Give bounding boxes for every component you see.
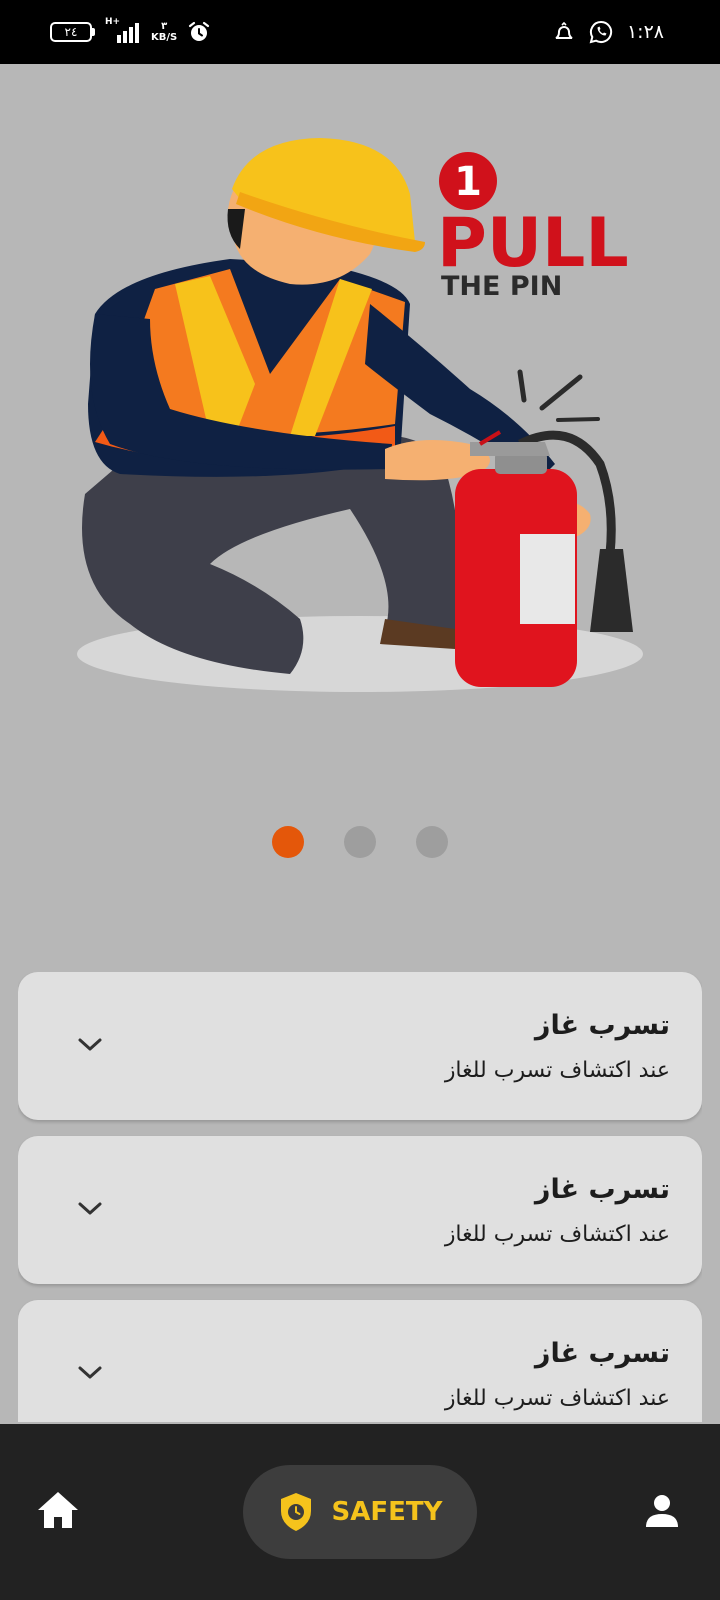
card-title: تسرب غاز xyxy=(534,1010,670,1041)
emergency-card[interactable]: تسرب غاز عند اكتشاف تسرب للغاز xyxy=(18,1300,702,1422)
speed-unit: KB/S xyxy=(151,32,178,43)
emergency-cards-list: تسرب غاز عند اكتشاف تسرب للغاز تسرب غاز … xyxy=(18,972,702,1422)
safety-tab-button[interactable]: SAFETY xyxy=(243,1465,477,1559)
shield-clock-icon xyxy=(280,1493,311,1531)
person-icon[interactable] xyxy=(644,1493,680,1529)
pull-the-pin-illustration: 1 PULL THE PIN xyxy=(0,64,720,764)
carousel-indicator xyxy=(272,826,448,858)
chevron-down-icon[interactable] xyxy=(76,1358,104,1386)
alarm-icon xyxy=(189,21,210,41)
step-number: 1 xyxy=(454,159,482,205)
card-title: تسرب غاز xyxy=(534,1338,670,1369)
chevron-down-icon[interactable] xyxy=(76,1194,104,1222)
card-subtitle: عند اكتشاف تسرب للغاز xyxy=(444,1058,670,1083)
card-subtitle: عند اكتشاف تسرب للغاز xyxy=(444,1222,670,1247)
notification-icon xyxy=(555,21,573,39)
card-subtitle: عند اكتشاف تسرب للغاز xyxy=(444,1386,670,1411)
bottom-navigation: SAFETY xyxy=(0,1424,720,1600)
carousel-dot-3[interactable] xyxy=(416,826,448,858)
network-speed: ٣ KB/S xyxy=(151,21,177,43)
speed-value: ٣ xyxy=(161,21,168,32)
firefighter-illustration: 1 PULL THE PIN xyxy=(77,138,643,692)
chevron-down-icon[interactable] xyxy=(76,1030,104,1058)
signal-icon: H+ xyxy=(105,17,141,45)
safety-label: SAFETY xyxy=(331,1497,443,1527)
card-title: تسرب غاز xyxy=(534,1174,670,1205)
network-type: H+ xyxy=(105,17,121,27)
status-bar: ٢٤ H+ ٣ KB/S ١:٢٨ xyxy=(0,0,720,64)
step-subline: THE PIN xyxy=(441,271,562,302)
home-icon[interactable] xyxy=(36,1490,80,1530)
carousel-dot-2[interactable] xyxy=(344,826,376,858)
whatsapp-icon xyxy=(589,20,613,44)
emergency-card[interactable]: تسرب غاز عند اكتشاف تسرب للغاز xyxy=(18,1136,702,1284)
emergency-card[interactable]: تسرب غاز عند اكتشاف تسرب للغاز xyxy=(18,972,702,1120)
battery-icon: ٢٤ xyxy=(50,22,95,42)
battery-level: ٢٤ xyxy=(50,22,92,42)
carousel-dot-1[interactable] xyxy=(272,826,304,858)
clock: ١:٢٨ xyxy=(626,21,664,43)
